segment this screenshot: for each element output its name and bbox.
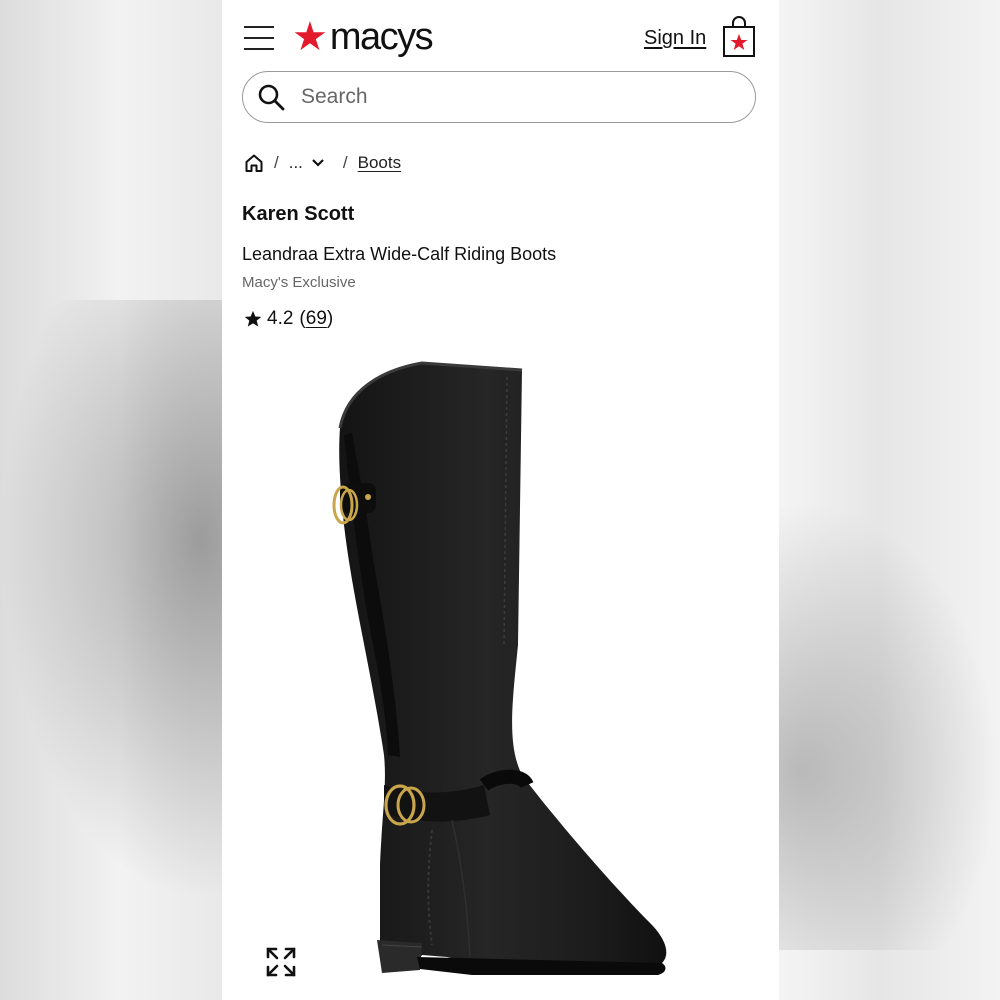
macys-logo[interactable]: ★ macys — [292, 14, 434, 60]
expand-image-icon[interactable] — [266, 947, 296, 977]
review-count-link[interactable]: 69 — [306, 308, 327, 330]
product-rating: 4.2 (69) — [244, 308, 333, 330]
hamburger-icon-line — [244, 26, 274, 28]
home-icon[interactable] — [244, 153, 264, 173]
product-title: Leandraa Extra Wide-Calf Riding Boots — [242, 244, 557, 264]
breadcrumb: / ... / Boots — [244, 150, 401, 176]
breadcrumb-ellipsis: ... — [288, 153, 303, 172]
hamburger-icon-line — [244, 37, 274, 39]
logo-text: macys — [329, 15, 434, 58]
exclusive-label: Macy's Exclusive — [242, 274, 356, 291]
search-icon — [258, 84, 285, 111]
hamburger-icon-line — [244, 48, 274, 50]
product-brand[interactable]: Karen Scott — [242, 203, 354, 226]
search-bar[interactable] — [242, 71, 756, 123]
phone-screen: ★ macys Sign In / ... / Boots Karen Scot… — [222, 0, 779, 1000]
rating-star-icon — [244, 310, 262, 327]
product-image[interactable] — [222, 345, 779, 1000]
breadcrumb-collapsed-menu[interactable]: ... — [289, 153, 325, 173]
breadcrumb-separator: / — [342, 153, 348, 172]
rating-value: 4.2 — [267, 308, 294, 329]
breadcrumb-boots-link[interactable]: Boots — [358, 153, 401, 173]
breadcrumb-separator: / — [274, 153, 279, 172]
menu-button[interactable] — [244, 26, 274, 52]
background-shadow-left — [0, 300, 222, 900]
riding-boot-image — [332, 361, 667, 975]
chevron-down-icon — [312, 159, 324, 167]
sign-in-link[interactable]: Sign In — [644, 27, 706, 50]
search-input[interactable] — [299, 84, 723, 110]
review-count-close-paren: ) — [326, 308, 334, 329]
background-shadow-right — [778, 500, 1000, 950]
macys-star-icon: ★ — [292, 15, 328, 59]
shopping-bag-icon[interactable] — [722, 16, 756, 58]
